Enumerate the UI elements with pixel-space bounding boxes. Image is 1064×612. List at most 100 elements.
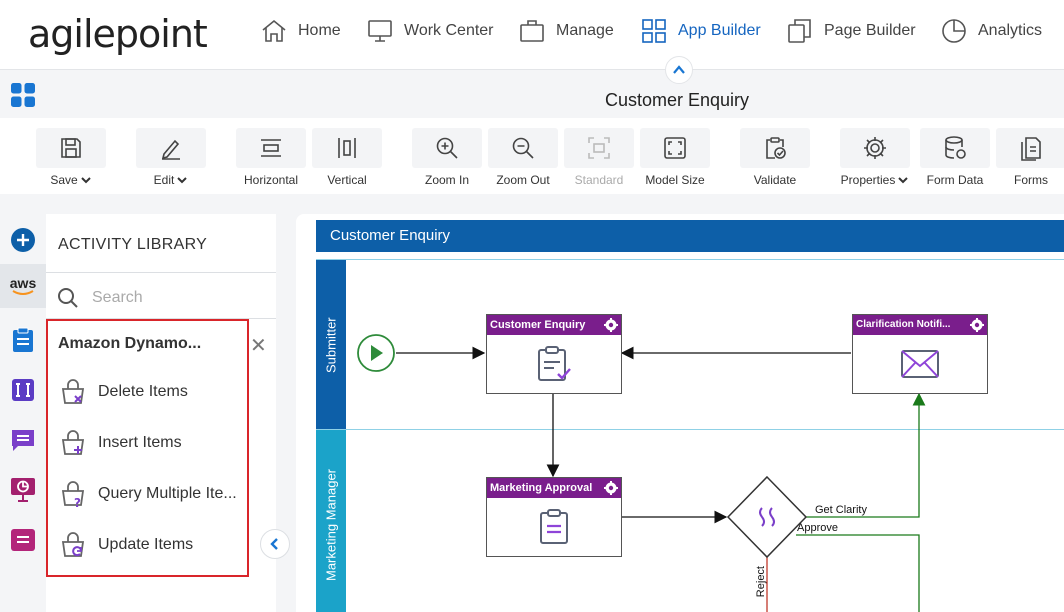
validate-button[interactable]: Validate — [740, 128, 810, 190]
title-bar: Customer Enquiry — [0, 70, 1064, 118]
collapse-header-button[interactable] — [665, 56, 693, 84]
nav-analytics[interactable]: Analytics — [940, 16, 1042, 46]
activity-search[interactable]: Search — [56, 286, 143, 310]
nav-home-label: Home — [298, 22, 341, 39]
task-clarification-notification[interactable]: Clarification Notifi... — [852, 314, 988, 394]
update-items-icon — [61, 532, 85, 557]
model-size-label: Model Size — [645, 173, 705, 187]
edit-label: Edit — [153, 173, 175, 187]
save-label: Save — [50, 173, 78, 187]
nav-work-center-label: Work Center — [404, 22, 494, 39]
page-title: Customer Enquiry — [604, 90, 750, 110]
email-icon — [901, 350, 939, 378]
vertical-label: Vertical — [327, 173, 367, 187]
copy-icon — [788, 19, 811, 43]
collapse-library-button[interactable] — [260, 529, 290, 559]
rail-add[interactable] — [0, 218, 46, 262]
search-input[interactable]: Search — [92, 289, 143, 307]
query-items-icon: ? — [61, 481, 85, 509]
designer-toolbar: Save Edit Horizontal Vertical Zoom In Zo… — [0, 118, 1064, 194]
activity-insert-items[interactable]: Insert Items — [58, 425, 182, 461]
rail-aws[interactable]: aws — [0, 264, 46, 308]
clipboard-icon — [13, 327, 33, 352]
standard-label: Standard — [574, 173, 624, 187]
task-title: Clarification Notifi... — [856, 319, 951, 330]
save-button[interactable]: Save — [36, 128, 106, 190]
model-size-button[interactable]: Model Size — [640, 128, 710, 190]
activity-query-multiple-items[interactable]: ? Query Multiple Ite... — [58, 476, 237, 512]
horizontal-label: Horizontal — [243, 173, 299, 187]
forms-button[interactable]: Forms — [996, 128, 1064, 190]
aws-label: aws — [9, 275, 37, 291]
nav-work-center[interactable]: Work Center — [366, 16, 494, 46]
gear-icon[interactable] — [604, 481, 618, 495]
activity-category-rail: aws — [0, 214, 46, 612]
rail-reports[interactable] — [0, 468, 46, 512]
activity-update-items[interactable]: Update Items — [58, 527, 193, 563]
edit-button[interactable]: Edit — [136, 128, 206, 190]
pie-chart-icon — [942, 19, 966, 43]
task-title: Marketing Approval — [490, 482, 593, 494]
rail-documents[interactable] — [0, 518, 46, 562]
activity-label: Query Multiple Ite... — [98, 485, 237, 502]
form-data-label: Form Data — [926, 173, 984, 187]
agilepoint-logo[interactable]: agilepoint — [28, 12, 208, 56]
standard-zoom-icon — [588, 137, 610, 159]
form-data-button[interactable]: Form Data — [920, 128, 990, 190]
nav-analytics-label: Analytics — [978, 22, 1043, 39]
flow-label-get-clarity: Get Clarity — [815, 504, 867, 516]
zoom-in-button[interactable]: Zoom In — [412, 128, 482, 190]
grid-icon — [642, 19, 666, 43]
nav-home[interactable]: Home — [260, 16, 341, 46]
forms-label: Forms — [1014, 173, 1048, 187]
horizontal-layout-icon — [261, 139, 281, 157]
zoom-out-button[interactable]: Zoom Out — [488, 128, 558, 190]
task-marketing-approval[interactable]: Marketing Approval — [486, 477, 622, 557]
nav-page-builder-label: Page Builder — [824, 22, 916, 39]
nav-page-builder[interactable]: Page Builder — [786, 16, 916, 46]
standard-zoom-button[interactable]: Standard — [564, 128, 634, 190]
delete-items-icon — [61, 379, 85, 404]
monitor-icon — [368, 20, 392, 42]
nav-manage[interactable]: Manage — [518, 16, 614, 46]
process-model-canvas[interactable]: Customer Enquiry Submitter Marketing Man… — [296, 214, 1064, 612]
vertical-layout-icon — [338, 138, 356, 158]
rail-forms[interactable] — [0, 318, 46, 362]
properties-button[interactable]: Properties — [840, 128, 910, 190]
briefcase-icon — [520, 20, 544, 42]
gear-icon — [864, 137, 886, 159]
document-icon — [11, 529, 35, 551]
nav-app-builder[interactable]: App Builder — [640, 16, 761, 46]
vertical-layout-button[interactable]: Vertical — [312, 128, 382, 190]
decision-gateway — [726, 475, 808, 559]
horizontal-layout-button[interactable]: Horizontal — [236, 128, 306, 190]
rail-communication[interactable] — [0, 418, 46, 462]
database-icon — [945, 136, 966, 159]
svg-text:?: ? — [74, 496, 81, 509]
insert-items-icon — [61, 430, 85, 455]
zoom-in-label: Zoom In — [424, 173, 469, 187]
chat-icon — [12, 430, 34, 451]
group-title: Amazon Dynamo... — [58, 335, 202, 352]
chevron-left-icon — [270, 538, 278, 550]
gear-icon[interactable] — [970, 318, 984, 332]
activity-delete-items[interactable]: Delete Items — [58, 374, 188, 410]
chevron-down-icon — [80, 177, 91, 184]
rail-integrations[interactable] — [0, 368, 46, 412]
save-icon — [61, 138, 81, 158]
form-task-icon — [538, 346, 571, 381]
task-customer-enquiry[interactable]: Customer Enquiry — [486, 314, 622, 394]
gear-icon[interactable] — [604, 318, 618, 332]
chevron-down-icon — [898, 177, 909, 184]
nav-app-builder-label: App Builder — [678, 22, 761, 39]
validate-icon — [766, 137, 786, 159]
zoom-in-icon — [436, 137, 458, 159]
integration-icon — [12, 379, 34, 401]
search-icon — [58, 288, 78, 308]
flow-get-clarity — [806, 392, 926, 518]
activity-label: Insert Items — [98, 434, 182, 451]
close-group-button[interactable]: ✕ — [250, 333, 267, 358]
home-icon — [262, 19, 286, 42]
activity-label: Delete Items — [98, 383, 188, 400]
presentation-chart-icon — [11, 478, 35, 502]
